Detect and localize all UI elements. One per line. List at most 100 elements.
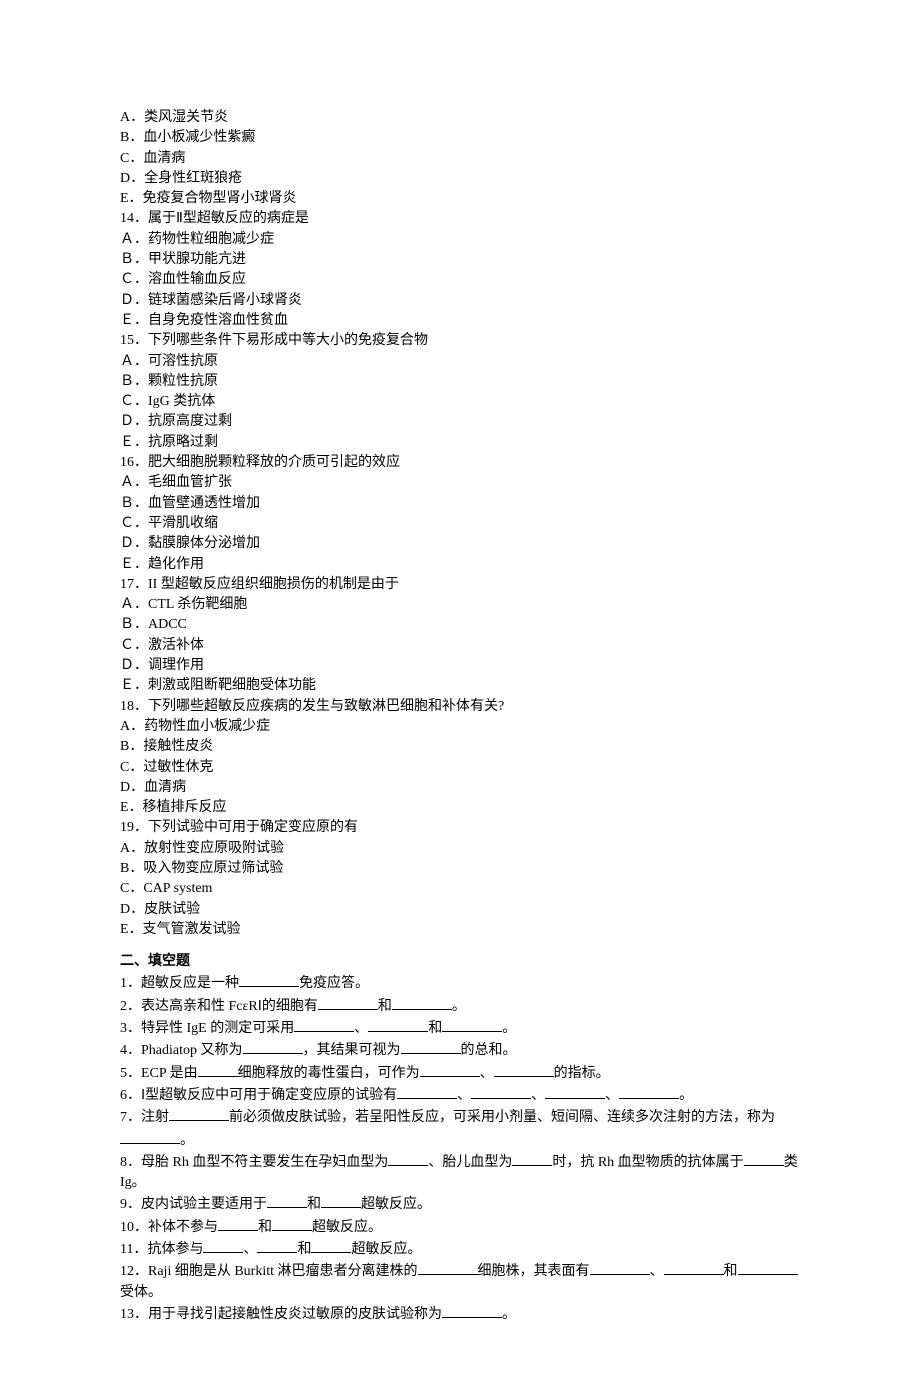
option-a: A．放射性变应原吸附试验 <box>120 839 800 859</box>
text: 3．特异性 IgE 的测定可采用 <box>120 1021 294 1036</box>
option-b: Ｂ．血管壁通透性增加 <box>120 494 800 514</box>
option-c: Ｃ．激活补体 <box>120 636 800 656</box>
text: 7．注射 <box>120 1110 169 1125</box>
option-b: B．接触性皮炎 <box>120 737 800 757</box>
text: 、 <box>243 1242 257 1257</box>
question-16: 16．肥大细胞脱颗粒释放的介质可引起的效应 Ａ．毛细血管扩张 Ｂ．血管壁通透性增… <box>120 453 800 575</box>
option-a: Ａ．毛细血管扩张 <box>120 473 800 493</box>
fill-q12: 12．Raji 细胞是从 Burkitt 淋巴瘤患者分离建株的细胞株，其表面有、… <box>120 1260 800 1303</box>
option-c: C．过敏性休克 <box>120 758 800 778</box>
option-c: Ｃ．溶血性输血反应 <box>120 270 800 290</box>
blank <box>120 1129 180 1144</box>
option-e: Ｅ．刺激或阻断靶细胞受体功能 <box>120 676 800 696</box>
question-17: 17．II 型超敏反应组织细胞损伤的机制是由于 Ａ．CTL 杀伤靶细胞 Ｂ．AD… <box>120 575 800 697</box>
option-b: B．血小板减少性紫癜 <box>120 128 800 148</box>
text: 超敏反应。 <box>351 1242 421 1257</box>
text: 细胞释放的毒性蛋白，可作为 <box>238 1066 420 1081</box>
blank <box>198 1062 238 1077</box>
pre-options-block: A．类风湿关节炎 B．血小板减少性紫癜 C．血清病 D．全身性红斑狼疮 E．免疫… <box>120 108 800 209</box>
question-stem: 14．属于Ⅱ型超敏反应的病症是 <box>120 209 800 229</box>
page-content: A．类风湿关节炎 B．血小板减少性紫癜 C．血清病 D．全身性红斑狼疮 E．免疫… <box>120 0 800 1385</box>
fill-q11: 11．抗体参与 、 和 超敏反应。 <box>120 1238 800 1260</box>
text: 2．表达高亲和性 FcεRⅠ的细胞有 <box>120 999 318 1014</box>
option-b: Ｂ．甲状腺功能亢进 <box>120 250 800 270</box>
fill-q6: 6．Ⅰ型超敏反应中可用于确定变应原的试验有、、、。 <box>120 1084 800 1106</box>
option-e: E．免疫复合物型肾小球肾炎 <box>120 189 800 209</box>
blank <box>397 1084 457 1099</box>
fill-q9: 9．皮内试验主要适用于和超敏反应。 <box>120 1193 800 1215</box>
text: 、 <box>354 1021 368 1036</box>
text: 的总和。 <box>461 1043 517 1058</box>
option-b: Ｂ．颗粒性抗原 <box>120 372 800 392</box>
text: 和 <box>258 1220 272 1235</box>
blank <box>420 1062 480 1077</box>
text: 和 <box>428 1021 442 1036</box>
blank <box>267 1193 307 1208</box>
fill-q7: 7．注射 前必须做皮肤试验，若呈阳性反应，可采用小剂量、短间隔、连续多次注射的方法… <box>120 1106 800 1151</box>
text: ，其结果可视为 <box>303 1043 401 1058</box>
fill-q4: 4．Phadiatop 又称为，其结果可视为的总和。 <box>120 1039 800 1061</box>
option-c: Ｃ．平滑肌收缩 <box>120 514 800 534</box>
option-e: Ｅ．抗原略过剩 <box>120 433 800 453</box>
text: 。 <box>502 1307 516 1322</box>
section-2-heading: 二、填空题 <box>120 952 800 972</box>
text: 。 <box>502 1021 516 1036</box>
blank <box>243 1039 303 1054</box>
option-a: Ａ．药物性粒细胞减少症 <box>120 230 800 250</box>
option-d: Ｄ．链球菌感染后肾小球肾炎 <box>120 291 800 311</box>
blank <box>738 1260 798 1275</box>
question-stem: 19．下列试验中可用于确定变应原的有 <box>120 818 800 838</box>
blank <box>512 1151 552 1166</box>
option-d: D．血清病 <box>120 778 800 798</box>
text: 。 <box>452 999 466 1014</box>
blank <box>418 1260 478 1275</box>
text: 。 <box>180 1133 194 1148</box>
question-stem: 16．肥大细胞脱颗粒释放的介质可引起的效应 <box>120 453 800 473</box>
option-e: Ｅ．趋化作用 <box>120 555 800 575</box>
option-a: A．药物性血小板减少症 <box>120 717 800 737</box>
option-a: A．类风湿关节炎 <box>120 108 800 128</box>
option-d: Ｄ．黏膜腺体分泌增加 <box>120 534 800 554</box>
blank <box>401 1039 461 1054</box>
question-18: 18．下列哪些超敏反应疾病的发生与致敏淋巴细胞和补体有关? A．药物性血小板减少… <box>120 697 800 819</box>
text: 和 <box>378 999 392 1014</box>
text: 。 <box>679 1088 693 1103</box>
blank <box>442 1017 502 1032</box>
fill-q8: 8．母胎 Rh 血型不符主要发生在孕妇血型为、胎儿血型为时，抗 Rh 血型物质的… <box>120 1151 800 1194</box>
blank <box>218 1216 258 1231</box>
fill-q1: 1．超敏反应是一种免疫应答。 <box>120 972 800 994</box>
fill-q3: 3．特异性 IgE 的测定可采用 、 和 。 <box>120 1017 800 1039</box>
blank <box>619 1084 679 1099</box>
text: 12．Raji 细胞是从 Burkitt 淋巴瘤患者分离建株的 <box>120 1264 418 1279</box>
question-stem: 18．下列哪些超敏反应疾病的发生与致敏淋巴细胞和补体有关? <box>120 697 800 717</box>
blank <box>272 1216 312 1231</box>
text: 6．Ⅰ型超敏反应中可用于确定变应原的试验有 <box>120 1088 397 1103</box>
blank <box>239 972 299 987</box>
question-19: 19．下列试验中可用于确定变应原的有 A．放射性变应原吸附试验 B．吸入物变应原… <box>120 818 800 940</box>
blank <box>471 1084 531 1099</box>
fill-q10: 10．补体不参与和超敏反应。 <box>120 1216 800 1238</box>
text: 、 <box>650 1264 664 1279</box>
blank <box>169 1106 229 1121</box>
blank <box>203 1238 243 1253</box>
option-e: E．移植排斥反应 <box>120 798 800 818</box>
fill-q2: 2．表达高亲和性 FcεRⅠ的细胞有 和 。 <box>120 995 800 1017</box>
option-d: Ｄ．抗原高度过剩 <box>120 412 800 432</box>
question-stem: 15．下列哪些条件下易形成中等大小的免疫复合物 <box>120 331 800 351</box>
question-15: 15．下列哪些条件下易形成中等大小的免疫复合物 Ａ．可溶性抗原 Ｂ．颗粒性抗原 … <box>120 331 800 453</box>
text: 前必须做皮肤试验，若呈阳性反应，可采用小剂量、短间隔、连续多次注射的方法，称为 <box>229 1110 775 1125</box>
text: 、 <box>480 1066 494 1081</box>
option-d: D．皮肤试验 <box>120 900 800 920</box>
blank <box>321 1193 361 1208</box>
text: 超敏反应。 <box>361 1197 431 1212</box>
option-a: Ａ．CTL 杀伤靶细胞 <box>120 595 800 615</box>
blank <box>664 1260 724 1275</box>
blank <box>368 1017 428 1032</box>
text: 11．抗体参与 <box>120 1242 203 1257</box>
text: 5．ECP 是由 <box>120 1066 198 1081</box>
blank <box>311 1238 351 1253</box>
text: 9．皮内试验主要适用于 <box>120 1197 267 1212</box>
text: 和 <box>297 1242 311 1257</box>
option-c: C．CAP system <box>120 879 800 899</box>
text: 、 <box>457 1088 471 1103</box>
